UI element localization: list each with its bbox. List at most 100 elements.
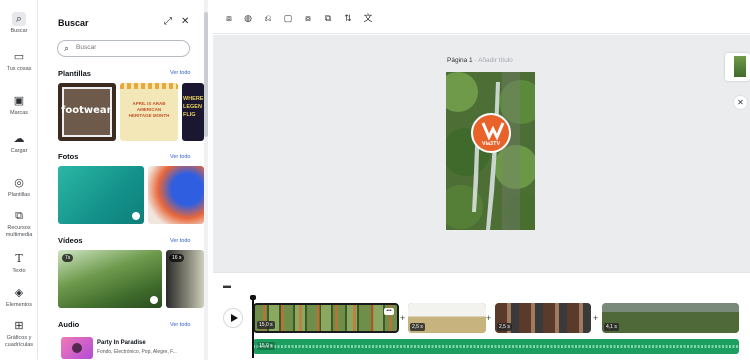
- search-icon: ⌕: [64, 43, 70, 53]
- photo-thumb-gradient[interactable]: [148, 166, 204, 224]
- timeline-clip[interactable]: 4,1 s: [602, 303, 739, 333]
- transform-icon[interactable]: ⇅: [342, 12, 354, 24]
- template-text: APRIL IS ARAB AMERICAN HERITAGE MONTH: [128, 101, 170, 118]
- brand-icon: ▣: [13, 95, 25, 107]
- clip-duration: 15,0 s: [257, 321, 275, 329]
- search-box[interactable]: ⌕: [57, 40, 190, 57]
- template-text: footwear: [61, 105, 112, 116]
- play-icon[interactable]: [72, 343, 82, 353]
- rail-item-label: Elementos: [6, 302, 32, 308]
- page-title-input[interactable]: - Añadir título: [473, 57, 512, 64]
- page-thumbnail[interactable]: [725, 53, 750, 81]
- rail-item-brands[interactable]: ▣ Marcas: [0, 94, 38, 117]
- rail-item-upload[interactable]: ☁ Cargar: [0, 132, 38, 155]
- template-thumb-heritage-month[interactable]: APRIL IS ARAB AMERICAN HERITAGE MONTH: [120, 83, 178, 141]
- section-title-audio: Audio: [58, 320, 80, 329]
- timeline-clip[interactable]: ••• 15,0 s: [253, 303, 399, 333]
- search-panel: Buscar ⤢ ✕ ⌕ Plantillas Ver todo footwea…: [44, 0, 204, 360]
- logo-text: Via3TV: [481, 141, 501, 147]
- elements-icon: ◈: [14, 287, 24, 299]
- more-icon[interactable]: [132, 212, 140, 220]
- audio-title: Party In Paradise: [97, 340, 146, 346]
- more-icon[interactable]: [150, 296, 158, 304]
- rail-item-elements[interactable]: ◈ Elementos: [0, 286, 38, 309]
- rail-item-label: Recursos multimedia: [5, 225, 33, 238]
- template-thumb-legend[interactable]: WHERE LEGEN FLIG: [182, 83, 204, 141]
- section-title-photos: Fotos: [58, 152, 79, 161]
- see-all-templates-link[interactable]: Ver todo: [170, 70, 191, 76]
- clip-logo-overlay: [255, 305, 397, 331]
- panel-scrollbar-thumb[interactable]: [204, 12, 208, 137]
- rail-item-your-stuff[interactable]: ▭ Tus cosas: [0, 50, 38, 73]
- shape-icon[interactable]: ▢: [282, 12, 294, 24]
- clip-duration: 2,5 s: [410, 323, 425, 331]
- play-icon: [231, 314, 238, 322]
- grids-icon: ⊞: [14, 320, 24, 332]
- see-all-videos-link[interactable]: Ver todo: [170, 238, 191, 244]
- rail-item-label: Cargar: [10, 148, 28, 154]
- left-rail: ⌕ Buscar ▭ Tus cosas ▣ Marcas ☁ Cargar ◎…: [0, 0, 38, 360]
- logo-mark-icon: [481, 122, 505, 141]
- rail-item-media[interactable]: ⧉ Recursos multimedia: [0, 209, 38, 238]
- clip-duration: 4,1 s: [604, 323, 619, 331]
- video-duration-badge: 7s: [62, 254, 74, 262]
- resize-icon[interactable]: ⧈: [223, 12, 235, 24]
- section-title-templates: Plantillas: [58, 69, 91, 78]
- search-input[interactable]: [76, 44, 176, 51]
- rail-item-label: Gráficos y cuadrículas: [4, 335, 34, 348]
- add-clip-icon[interactable]: +: [400, 313, 405, 323]
- rail-item-label: Texto: [12, 268, 26, 274]
- rail-item-text[interactable]: T Texto: [0, 252, 38, 275]
- panel-title: Buscar: [58, 18, 89, 28]
- timeline-clip[interactable]: 2,5 s: [495, 303, 591, 333]
- collapse-icon[interactable]: ⤢: [164, 16, 172, 27]
- see-all-photos-link[interactable]: Ver todo: [170, 154, 191, 160]
- audio-cover: [61, 337, 93, 359]
- play-button[interactable]: [223, 308, 243, 328]
- see-all-audio-link[interactable]: Ver todo: [170, 322, 191, 328]
- text-icon: T: [15, 252, 23, 265]
- audio-subtitle: Fondo, Electrónico, Pop, Alegre, F...: [97, 349, 177, 355]
- clip-duration: 2,5 s: [497, 323, 512, 331]
- timeline-clip[interactable]: 2,5 s: [408, 303, 486, 333]
- more-icon[interactable]: •••: [384, 308, 394, 315]
- close-icon[interactable]: ✕: [181, 16, 189, 27]
- rail-item-grids[interactable]: ⊞ Gráficos y cuadrículas: [0, 319, 38, 348]
- audio-track-item[interactable]: Party In Paradise Fondo, Electrónico, Po…: [58, 335, 204, 360]
- template-text: WHERE LEGEN FLIG: [183, 96, 204, 118]
- translate-icon[interactable]: 文: [362, 12, 374, 24]
- page-label: Página 1 - Añadir título: [447, 57, 513, 64]
- add-clip-icon[interactable]: +: [593, 313, 598, 323]
- timeline-toggle-icon[interactable]: ▬: [223, 281, 231, 290]
- rail-item-search[interactable]: ⌕ Buscar: [0, 12, 38, 35]
- rail-item-label: Buscar: [10, 28, 28, 34]
- video-thumb-forest[interactable]: 7s: [58, 250, 162, 308]
- rail-item-templates[interactable]: ◎ Plantillas: [0, 176, 38, 199]
- rail-item-label: Marcas: [9, 110, 29, 116]
- color-icon[interactable]: ◍: [242, 12, 254, 24]
- playhead[interactable]: [250, 295, 256, 358]
- clip-frames: [602, 303, 739, 333]
- duplicate-icon[interactable]: ⧉: [322, 12, 334, 24]
- close-icon[interactable]: ✕: [733, 95, 748, 110]
- editor-canvas[interactable]: Página 1 - Añadir título Via3TV: [213, 35, 750, 272]
- upload-icon: ☁: [13, 133, 25, 145]
- add-clip-icon[interactable]: +: [486, 313, 491, 323]
- video-duration-badge: 16 s: [169, 254, 185, 262]
- frame-icon[interactable]: ⧇: [302, 12, 314, 24]
- design-page[interactable]: Via3TV: [446, 72, 535, 230]
- templates-icon: ◎: [14, 177, 24, 189]
- via3tv-logo[interactable]: Via3TV: [471, 113, 511, 153]
- folder-icon: ▭: [13, 51, 25, 63]
- section-title-videos: Vídeos: [58, 236, 83, 245]
- template-thumb-footwear[interactable]: footwear: [58, 83, 116, 141]
- toolbar: ⧈ ◍ ⎌ ▢ ⧇ ⧉ ⇅ 文: [213, 0, 750, 34]
- crop-icon[interactable]: ⎌: [262, 12, 274, 24]
- search-icon: ⌕: [12, 12, 26, 26]
- photo-thumb-teal[interactable]: [58, 166, 144, 224]
- page-number: Página 1: [447, 57, 473, 64]
- video-thumb-person[interactable]: 16 s: [166, 250, 204, 308]
- rail-item-label: Plantillas: [7, 192, 30, 198]
- media-icon: ⧉: [15, 210, 23, 222]
- audio-track[interactable]: 15,0 s: [253, 339, 739, 354]
